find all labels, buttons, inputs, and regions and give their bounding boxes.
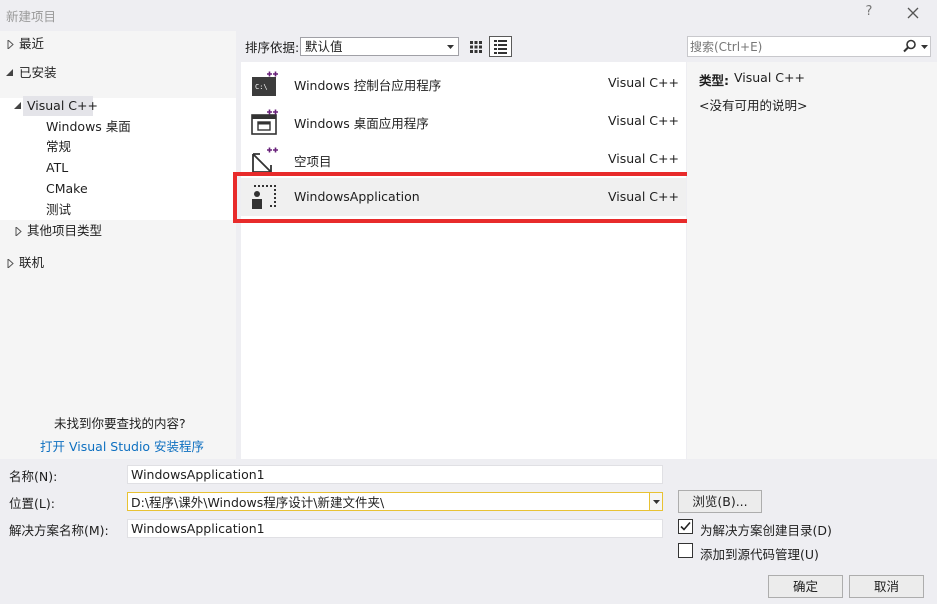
tree-item-label: 最近 [19,36,45,51]
tree-item-label: Windows 桌面 [46,119,131,134]
list-icon [494,40,507,54]
chevron-down-icon [447,45,454,49]
solution-name-label: 解决方案名称(M): [9,523,109,538]
tree-item-label: Visual C++ [27,98,98,113]
template-language: Visual C++ [608,75,679,90]
template-row-console[interactable]: C:\ Windows 控制台应用程序 Visual C++ [241,64,686,102]
window-title: 新建项目 [6,9,57,24]
collapse-arrow-icon[interactable] [5,63,15,83]
location-label: 位置(L): [9,496,55,511]
description-text: <没有可用的说明> [699,98,808,113]
grid-icon [470,41,482,53]
expand-arrow-icon[interactable] [14,221,24,241]
highlight-frame [233,172,691,223]
template-row-desktop[interactable]: Windows 桌面应用程序 Visual C++ [241,102,686,140]
template-name: Windows 桌面应用程序 [294,116,429,131]
cancel-button[interactable]: 取消 [849,575,924,598]
not-found-text: 未找到你要查找的内容? [54,416,186,431]
sort-dropdown[interactable]: 默认值 [300,37,459,56]
solution-name-field[interactable] [127,519,663,538]
source-control-label: 添加到源代码管理(U) [700,547,819,562]
sort-dropdown-value: 默认值 [305,39,343,54]
expand-arrow-icon[interactable] [6,253,16,273]
collapse-arrow-icon[interactable] [13,96,23,116]
template-language: Visual C++ [608,151,679,166]
template-language: Visual C++ [608,113,679,128]
tree-item-label: 其他项目类型 [27,223,103,238]
tree-item-label: 已安装 [19,65,57,80]
name-field[interactable] [127,465,663,484]
template-name: 空项目 [294,154,332,169]
checkmark-icon [680,521,691,531]
close-button[interactable] [903,3,923,23]
chevron-down-icon [653,500,660,504]
grid-view-button[interactable] [466,37,486,57]
tree-item-label: 测试 [46,202,72,217]
close-icon [907,7,919,19]
source-control-checkbox[interactable] [678,543,693,558]
open-installer-link[interactable]: 打开 Visual Studio 安装程序 [40,436,204,455]
chevron-down-icon[interactable] [921,45,928,49]
location-field[interactable] [127,492,650,511]
type-value: Visual C++ [734,70,805,85]
sort-label: 排序依据: [245,40,300,55]
help-button[interactable]: ? [860,4,878,24]
type-label: 类型: [699,73,729,88]
location-dropdown-button[interactable] [649,492,663,511]
browse-button[interactable]: 浏览(B)... [678,490,762,513]
svg-text:C:\: C:\ [255,83,268,91]
search-input[interactable] [690,38,890,55]
expand-arrow-icon[interactable] [6,34,16,54]
template-name: Windows 控制台应用程序 [294,78,442,93]
tree-item-label: 常规 [46,139,72,154]
details-panel [687,62,937,459]
create-directory-checkbox[interactable] [678,519,693,534]
list-view-button[interactable] [489,36,512,57]
tree-item-label: ATL [46,160,69,175]
empty-project-icon [252,147,278,173]
title-bar [0,0,937,30]
console-app-icon: C:\ [252,71,278,96]
tree-item-label: CMake [46,181,88,196]
name-label: 名称(N): [9,469,58,484]
tree-item-label: 联机 [19,255,45,270]
create-directory-label: 为解决方案创建目录(D) [700,523,832,538]
search-box[interactable] [687,36,931,57]
search-icon[interactable] [903,39,917,53]
desktop-app-icon [251,109,278,135]
ok-button[interactable]: 确定 [768,575,843,598]
